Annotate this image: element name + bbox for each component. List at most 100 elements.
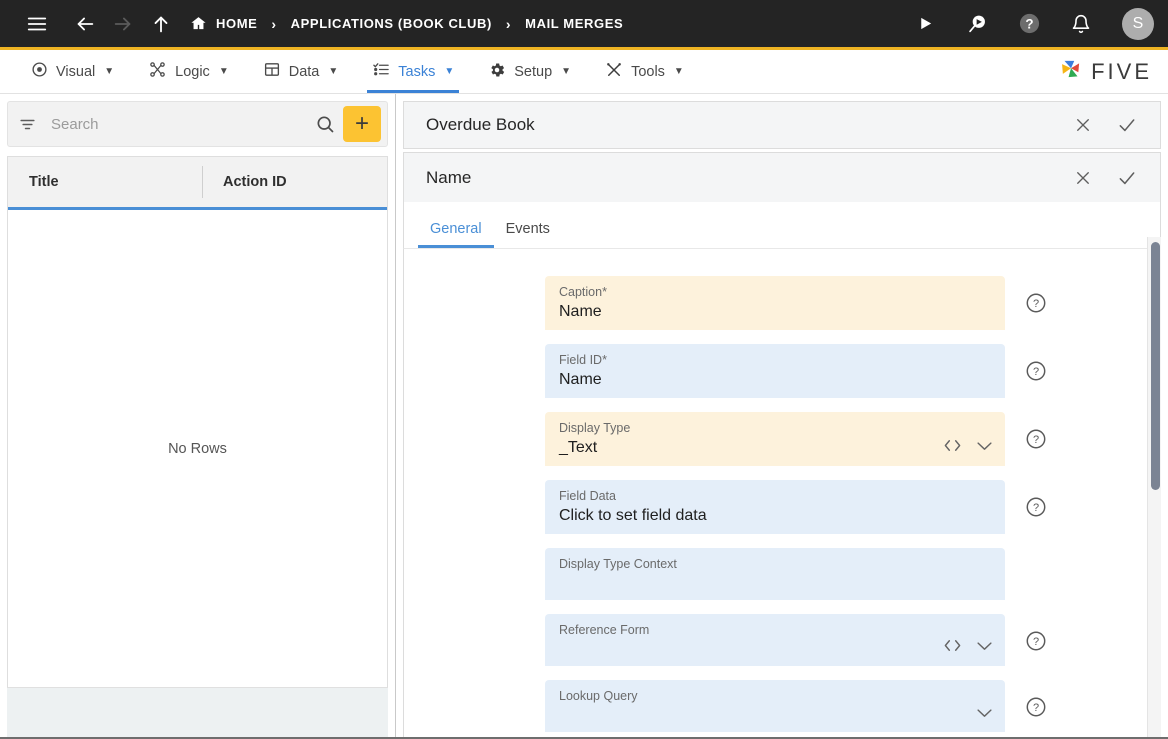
add-button[interactable]: + [343, 106, 381, 142]
help-circle-icon[interactable]: ? [1012, 7, 1046, 41]
wrench-screwdriver-icon [605, 61, 623, 83]
chevron-down-icon-reference-form[interactable] [976, 639, 993, 657]
run-icon[interactable] [908, 7, 942, 41]
field-label-caption: Caption* [559, 285, 607, 299]
tab-events[interactable]: Events [494, 221, 562, 248]
arrow-right-icon[interactable] [106, 7, 140, 41]
panel-title-overdue-book: Overdue Book [426, 115, 535, 134]
form-row-field-id: Field ID* Name ? [404, 344, 1160, 398]
menu-item-data[interactable]: Data ▼ [246, 50, 356, 93]
grid-footer [7, 687, 388, 739]
main-detail-panel: Overdue Book Name General Events Caption… [396, 94, 1168, 739]
workspace: + Title Action ID No Rows Overdue Book [0, 94, 1168, 739]
menu-label-setup: Setup [514, 63, 553, 80]
help-circle-icon-reference-form[interactable]: ? [1025, 630, 1047, 652]
svg-text:?: ? [1033, 702, 1039, 714]
avatar[interactable]: S [1122, 7, 1154, 40]
field-label-field-data: Field Data [559, 489, 616, 503]
table-grid-icon [263, 61, 281, 82]
records-grid: Title Action ID No Rows [7, 156, 388, 687]
form-row-caption: Caption* Name ? [404, 276, 1160, 330]
eye-icon [31, 61, 48, 82]
filter-icon[interactable] [18, 115, 37, 134]
help-circle-icon-lookup-query[interactable]: ? [1025, 696, 1047, 718]
panel-header-name: Name [403, 152, 1161, 202]
home-icon[interactable] [190, 15, 207, 32]
empty-state-message: No Rows [168, 440, 227, 457]
form-row-display-type: Display Type _Text ? [404, 412, 1160, 466]
check-icon-name[interactable] [1116, 167, 1138, 189]
field-lookup-query[interactable]: Lookup Query [545, 680, 1005, 732]
field-field-id[interactable]: Field ID* Name [545, 344, 1005, 398]
field-caption[interactable]: Caption* Name [545, 276, 1005, 330]
form-scroll-container: Caption* Name ? Field ID* Name ? Display… [404, 249, 1160, 738]
tab-general[interactable]: General [418, 221, 494, 248]
svg-text:?: ? [1033, 366, 1039, 378]
hamburger-icon[interactable] [20, 7, 54, 41]
search-icon[interactable] [315, 114, 335, 134]
chevron-down-icon-display-type[interactable] [976, 439, 993, 457]
chevron-down-icon: ▼ [328, 66, 339, 77]
chevron-down-icon: ▼ [444, 66, 455, 77]
grid-header-row: Title Action ID [8, 157, 387, 210]
column-header-action-id[interactable]: Action ID [202, 166, 387, 198]
field-label-lookup-query: Lookup Query [559, 689, 638, 703]
code-brackets-icon-display-type[interactable] [943, 438, 962, 458]
close-icon-name[interactable] [1072, 167, 1094, 189]
field-label-display-type-context: Display Type Context [559, 557, 677, 571]
gear-icon [488, 61, 506, 83]
arrow-left-icon[interactable] [68, 7, 102, 41]
field-label-display-type: Display Type [559, 421, 631, 435]
help-circle-icon-field-data[interactable]: ? [1025, 496, 1047, 518]
field-field-data[interactable]: Field Data Click to set field data [545, 480, 1005, 534]
breadcrumb-item-home[interactable]: HOME [216, 16, 257, 31]
menu-label-tools: Tools [631, 63, 665, 80]
field-display-type[interactable]: Display Type _Text [545, 412, 1005, 466]
form-row-lookup-query: Lookup Query ? [404, 680, 1160, 732]
notifications-bell-icon[interactable] [1064, 7, 1098, 41]
help-circle-icon-caption[interactable]: ? [1025, 292, 1047, 314]
help-circle-icon-display-type[interactable]: ? [1025, 428, 1047, 450]
preview-icon[interactable] [960, 7, 994, 41]
arrow-up-icon[interactable] [144, 7, 178, 41]
logic-nodes-icon [148, 61, 167, 82]
check-icon-overdue-book[interactable] [1116, 114, 1138, 136]
field-reference-form[interactable]: Reference Form [545, 614, 1005, 666]
svg-text:?: ? [1033, 434, 1039, 446]
top-navigation-bar: HOME › APPLICATIONS (BOOK CLUB) › MAIL M… [0, 0, 1168, 50]
menu-label-tasks: Tasks [398, 63, 436, 80]
menu-item-setup[interactable]: Setup ▼ [471, 50, 588, 93]
breadcrumb-item-applications[interactable]: APPLICATIONS (BOOK CLUB) [291, 16, 492, 31]
five-pinwheel-icon [1058, 56, 1084, 87]
svg-text:?: ? [1033, 502, 1039, 514]
top-bar-actions: ? S [908, 7, 1154, 41]
vertical-scrollbar[interactable] [1147, 237, 1161, 737]
menu-item-tasks[interactable]: Tasks ▼ [355, 50, 471, 93]
grid-body: No Rows [8, 210, 387, 687]
menu-label-data: Data [288, 63, 320, 80]
breadcrumb-item-mail-merges[interactable]: MAIL MERGES [525, 16, 623, 31]
chevron-down-icon: ▼ [673, 66, 684, 77]
form-row-field-data: Field Data Click to set field data ? [404, 480, 1160, 534]
search-input[interactable] [49, 114, 315, 134]
code-brackets-icon-reference-form[interactable] [943, 638, 962, 658]
breadcrumb-separator: › [271, 15, 277, 32]
close-icon-overdue-book[interactable] [1072, 114, 1094, 136]
vertical-scrollbar-thumb[interactable] [1151, 242, 1160, 490]
field-display-type-context[interactable]: Display Type Context [545, 548, 1005, 600]
menu-item-logic[interactable]: Logic ▼ [131, 50, 246, 93]
five-logo: FIVE [1058, 50, 1168, 93]
search-bar: + [7, 101, 388, 147]
application-menu-bar: Visual ▼ Logic ▼ Data ▼ Tasks ▼ Setup ▼ … [0, 50, 1168, 94]
chevron-down-icon: ▼ [218, 66, 229, 77]
svg-text:?: ? [1033, 298, 1039, 310]
five-wordmark: FIVE [1091, 58, 1152, 84]
menu-item-visual[interactable]: Visual ▼ [14, 50, 131, 93]
menu-item-tools[interactable]: Tools ▼ [588, 50, 701, 93]
help-circle-icon-field-id[interactable]: ? [1025, 360, 1047, 382]
chevron-down-icon-lookup-query[interactable] [976, 706, 993, 724]
column-header-title[interactable]: Title [8, 174, 202, 190]
chevron-down-icon: ▼ [104, 66, 115, 77]
svg-text:?: ? [1033, 636, 1039, 648]
panel-title-name: Name [426, 167, 472, 187]
